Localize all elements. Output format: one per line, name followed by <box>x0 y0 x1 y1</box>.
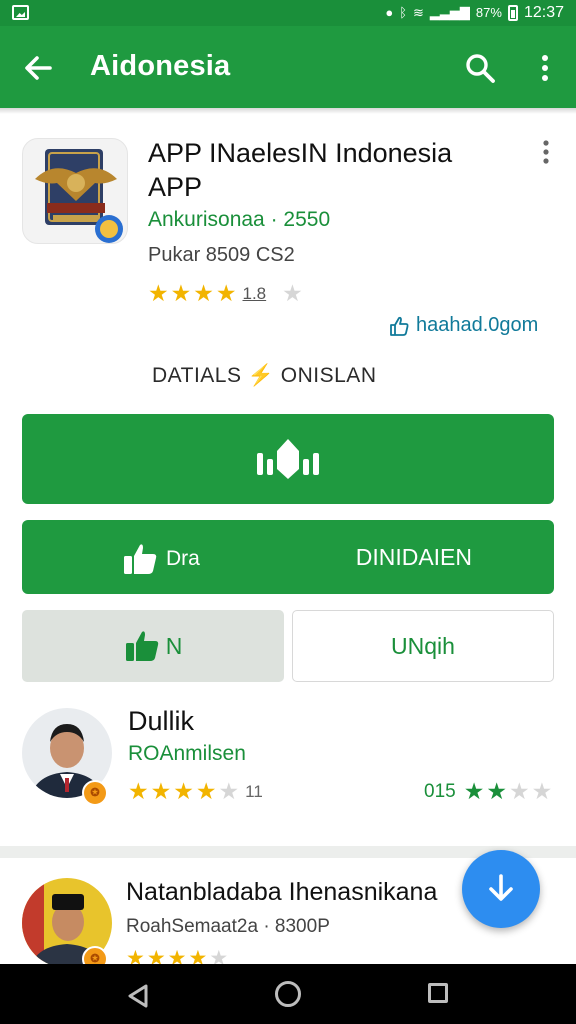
nav-recents-icon[interactable] <box>428 983 448 1003</box>
star-icon: ★ <box>150 778 172 804</box>
review-count: 11 <box>245 781 263 801</box>
fab-button[interactable] <box>462 850 540 928</box>
star-empty-icon: ★ <box>531 778 553 804</box>
battery-percent: 87% <box>475 5 502 20</box>
status-time: 12:37 <box>523 4 564 21</box>
gallery-notification-icon <box>12 5 29 20</box>
app-bar: Aidonesia <box>0 26 576 108</box>
toggle-b-label: UNqih <box>391 632 455 659</box>
star-empty-icon: ★ <box>282 280 303 306</box>
search-icon[interactable] <box>462 50 498 86</box>
score-value: 015 <box>424 780 456 802</box>
rating-count: 1.8 <box>242 283 267 303</box>
star-icon: ★ <box>215 280 237 306</box>
nav-back-icon[interactable] <box>124 982 152 1010</box>
emblem-icon <box>35 149 123 243</box>
secondary-toggle-button[interactable]: UNqih <box>292 610 554 682</box>
star-icon: ★ <box>148 280 169 306</box>
reviewer-badge-icon: ✪ <box>82 780 108 806</box>
star-icon: ★ <box>463 778 485 804</box>
hand-down-icon <box>257 439 319 479</box>
website-link-text: haahad.0gom <box>416 314 539 336</box>
thumbs-up-toggle-button[interactable]: N <box>22 610 284 682</box>
review-score: 015 ★ ★ ★ ★ <box>424 778 552 805</box>
star-icon: ★ <box>173 778 194 804</box>
header-shadow <box>0 108 576 114</box>
secondary-action-button[interactable]: Dra DINIDAIEN <box>22 520 554 594</box>
arrow-down-icon <box>489 874 513 901</box>
reviewer-name: Dullik <box>128 706 195 736</box>
reviewer-name: Natanbladaba Ihenasnikana <box>126 878 438 906</box>
star-empty-icon: ★ <box>218 778 240 804</box>
bluetooth-icon: ᛒ <box>399 5 408 20</box>
wifi-icon: ≋ <box>413 5 424 20</box>
app-icon[interactable] <box>22 138 128 244</box>
page-title: Aidonesia <box>90 50 231 82</box>
reviewer-subtitle: ROAnmilsen <box>128 742 246 765</box>
signal-icon: ▂▃▅▇ <box>429 5 470 20</box>
secondary-action-label: DINIDAIEN <box>355 544 472 570</box>
app-name: APP INaelesIN Indonesia APP <box>148 138 453 202</box>
nav-home-icon[interactable] <box>275 981 301 1007</box>
primary-action-button[interactable] <box>22 414 554 504</box>
star-icon: ★ <box>486 778 507 804</box>
app-overflow-icon[interactable] <box>538 138 554 166</box>
system-nav-bar <box>0 964 576 1024</box>
app-rating: ★ ★ ★ ★ 1.8 ★ <box>148 280 303 307</box>
location-icon: ● <box>385 5 394 20</box>
status-bar: ● ᛒ ≋ ▂▃▅▇ 87% 12:37 <box>0 0 576 26</box>
website-link[interactable]: haahad.0gom <box>388 314 538 337</box>
star-icon: ★ <box>193 280 214 306</box>
thumbs-up-icon <box>124 544 157 574</box>
star-empty-icon: ★ <box>508 778 530 804</box>
more-vert-icon[interactable] <box>532 50 558 86</box>
reviewer-subtitle: RoahSemaat2a · 8300P <box>126 916 330 937</box>
status-icons: ● ᛒ ≋ ▂▃▅▇ 87% 12:37 <box>385 4 564 22</box>
star-icon: ★ <box>195 778 217 804</box>
toggle-a-label: N <box>165 632 183 659</box>
like-label: Dra <box>166 547 200 570</box>
star-icon: ★ <box>170 280 192 306</box>
tabs-label[interactable]: DATIALS ⚡ ONISLAN <box>152 364 376 388</box>
review-stars: ★ ★ ★ ★ ★ 11 <box>128 778 263 805</box>
thumbs-up-outline-icon <box>390 316 409 336</box>
like-group: Dra <box>122 542 200 576</box>
developer-name[interactable]: Ankurisonaa · 2550 <box>148 208 330 232</box>
thumbs-up-icon <box>125 631 158 661</box>
app-meta: Pukar 8509 CS2 <box>148 244 295 266</box>
star-icon: ★ <box>128 778 149 804</box>
battery-icon <box>507 5 518 21</box>
back-arrow-icon[interactable] <box>20 50 56 86</box>
